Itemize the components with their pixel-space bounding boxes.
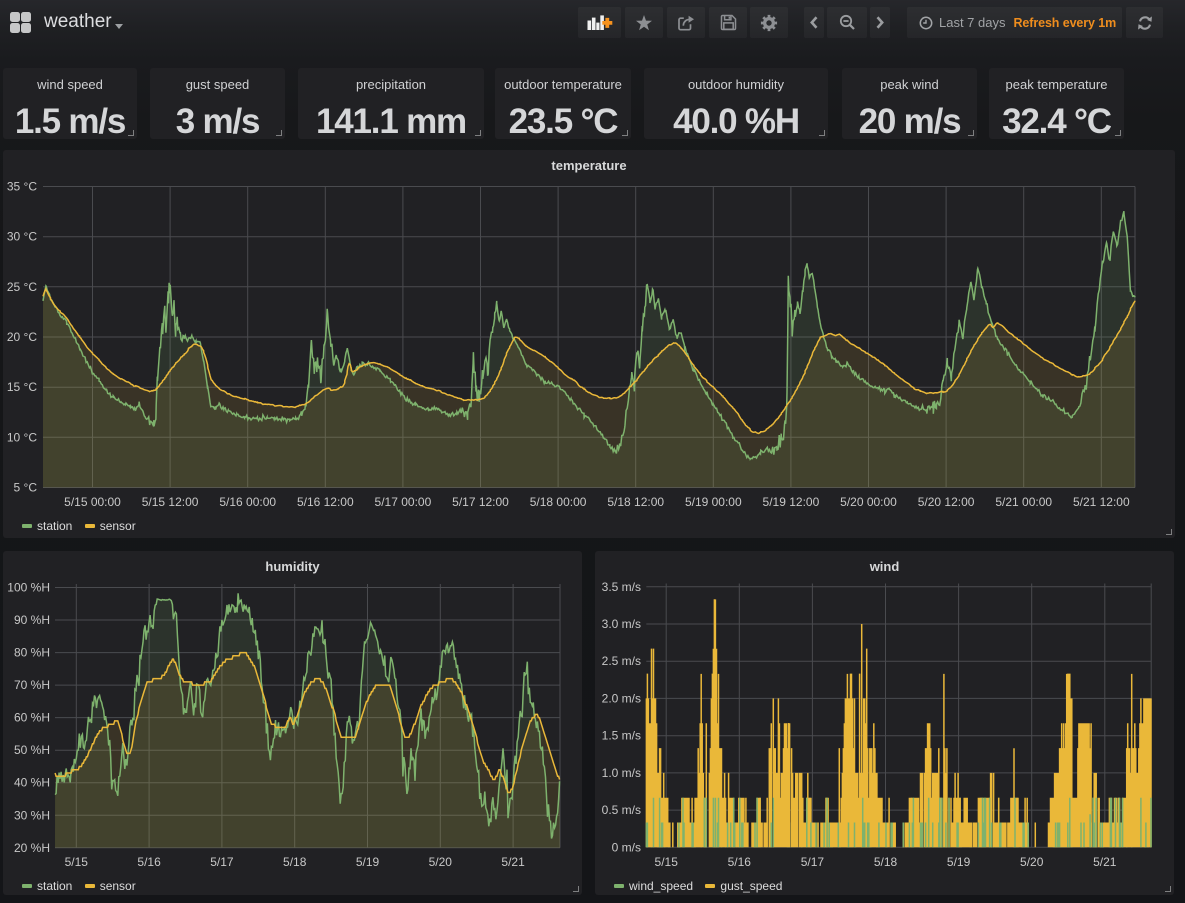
svg-text:70 %H: 70 %H	[14, 678, 50, 692]
svg-text:30 °C: 30 °C	[7, 230, 37, 244]
svg-text:5/20 00:00: 5/20 00:00	[840, 495, 897, 509]
svg-text:20 °C: 20 °C	[7, 330, 37, 344]
svg-text:5/20: 5/20	[1020, 855, 1044, 869]
svg-text:5/15 12:00: 5/15 12:00	[142, 495, 199, 509]
svg-text:5/19: 5/19	[356, 855, 380, 869]
svg-text:2.0 m/s: 2.0 m/s	[602, 691, 641, 705]
svg-text:5/16: 5/16	[137, 855, 161, 869]
svg-text:5/19 00:00: 5/19 00:00	[685, 495, 742, 509]
svg-text:2.5 m/s: 2.5 m/s	[602, 654, 641, 668]
svg-text:100 %H: 100 %H	[7, 581, 50, 595]
svg-text:5/15 00:00: 5/15 00:00	[64, 495, 121, 509]
svg-text:15 °C: 15 °C	[7, 380, 37, 394]
svg-text:30 %H: 30 %H	[14, 808, 50, 822]
svg-text:5/19: 5/19	[947, 855, 971, 869]
svg-text:5/15: 5/15	[655, 855, 679, 869]
svg-text:5/15: 5/15	[65, 855, 89, 869]
svg-text:1.5 m/s: 1.5 m/s	[602, 729, 641, 743]
svg-text:5/19 12:00: 5/19 12:00	[763, 495, 820, 509]
svg-text:5/18: 5/18	[283, 855, 307, 869]
svg-text:5/20 12:00: 5/20 12:00	[918, 495, 975, 509]
svg-text:35 °C: 35 °C	[7, 180, 37, 194]
svg-text:5/17: 5/17	[210, 855, 234, 869]
svg-text:40 %H: 40 %H	[14, 776, 50, 790]
svg-text:3.5 m/s: 3.5 m/s	[602, 580, 641, 594]
svg-text:5/16 00:00: 5/16 00:00	[219, 495, 276, 509]
svg-text:80 %H: 80 %H	[14, 646, 50, 660]
svg-text:90 %H: 90 %H	[14, 613, 50, 627]
svg-text:5/17 00:00: 5/17 00:00	[375, 495, 432, 509]
svg-text:5/18 00:00: 5/18 00:00	[530, 495, 587, 509]
svg-text:5/16 12:00: 5/16 12:00	[297, 495, 354, 509]
svg-text:5/21 00:00: 5/21 00:00	[995, 495, 1052, 509]
svg-text:5/21 12:00: 5/21 12:00	[1073, 495, 1130, 509]
svg-text:5/21: 5/21	[1093, 855, 1117, 869]
svg-text:5 °C: 5 °C	[14, 481, 38, 495]
svg-text:5/16: 5/16	[728, 855, 752, 869]
svg-text:20 %H: 20 %H	[14, 841, 50, 855]
svg-text:1.0 m/s: 1.0 m/s	[602, 766, 641, 780]
svg-text:5/17: 5/17	[801, 855, 825, 869]
svg-text:60 %H: 60 %H	[14, 711, 50, 725]
svg-text:5/17 12:00: 5/17 12:00	[452, 495, 509, 509]
svg-text:5/21: 5/21	[501, 855, 525, 869]
svg-text:5/18: 5/18	[874, 855, 898, 869]
svg-text:5/18 12:00: 5/18 12:00	[607, 495, 664, 509]
svg-text:0.5 m/s: 0.5 m/s	[602, 803, 641, 817]
svg-text:10 °C: 10 °C	[7, 430, 37, 444]
svg-text:5/20: 5/20	[429, 855, 453, 869]
svg-text:3.0 m/s: 3.0 m/s	[602, 617, 641, 631]
svg-text:0 m/s: 0 m/s	[612, 840, 641, 854]
svg-text:25 °C: 25 °C	[7, 280, 37, 294]
svg-text:50 %H: 50 %H	[14, 743, 50, 757]
